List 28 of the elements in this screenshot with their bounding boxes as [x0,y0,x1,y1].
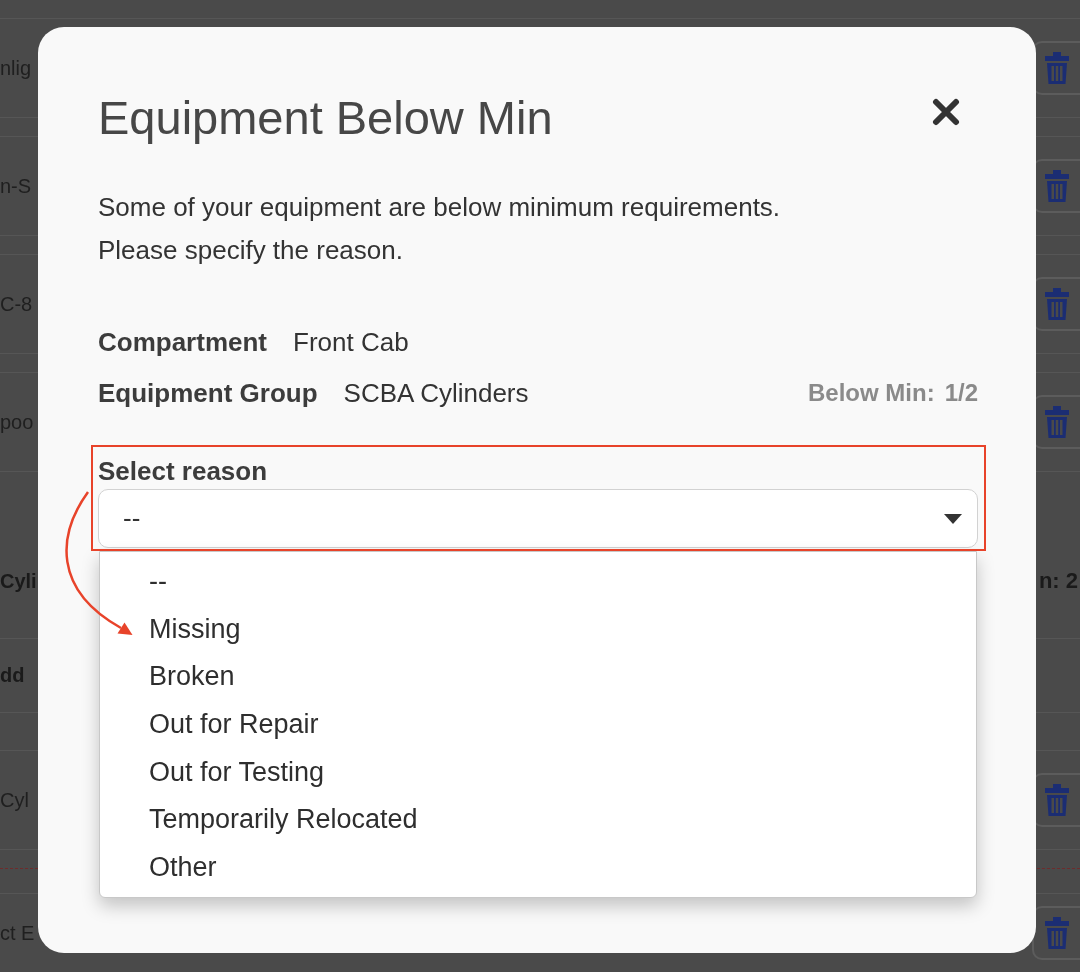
reason-select[interactable]: -- [98,489,978,548]
detail-label: Equipment Group [98,377,318,409]
trash-icon [1044,917,1070,949]
message-text: Some of your equipment are below minimum requirements. [98,191,782,224]
dialog-title: Equipment Below Min [98,93,553,143]
trash-icon [1044,288,1070,320]
field-label: Select reason [98,455,269,487]
trash-icon [1044,170,1070,202]
delete-button[interactable] [1032,41,1080,95]
below-min-label: Below Min: [807,379,935,407]
trash-icon [1044,52,1070,84]
detail-value: SCBA Cylinders [343,377,529,409]
detail-label: Compartment [98,326,267,358]
dropdown-option[interactable]: Missing [100,605,976,654]
trash-icon [1044,784,1070,816]
dropdown-option[interactable]: Broken [100,653,976,702]
dropdown-option[interactable]: -- [100,558,976,606]
trash-icon [1044,406,1070,438]
detail-value: Front Cab [293,326,409,358]
below-min-value: 1/2 [944,379,978,407]
message-text: Please specify the reason. [98,234,404,267]
dropdown-option[interactable]: Temporarily Relocated [100,796,976,845]
dropdown-option[interactable]: Out for Repair [100,701,976,749]
close-icon[interactable] [932,98,960,126]
dropdown-option[interactable]: Out for Testing [100,748,976,797]
caret-icon [944,513,962,524]
delete-button[interactable] [1032,906,1080,960]
dropdown-option[interactable]: Other [100,844,976,892]
